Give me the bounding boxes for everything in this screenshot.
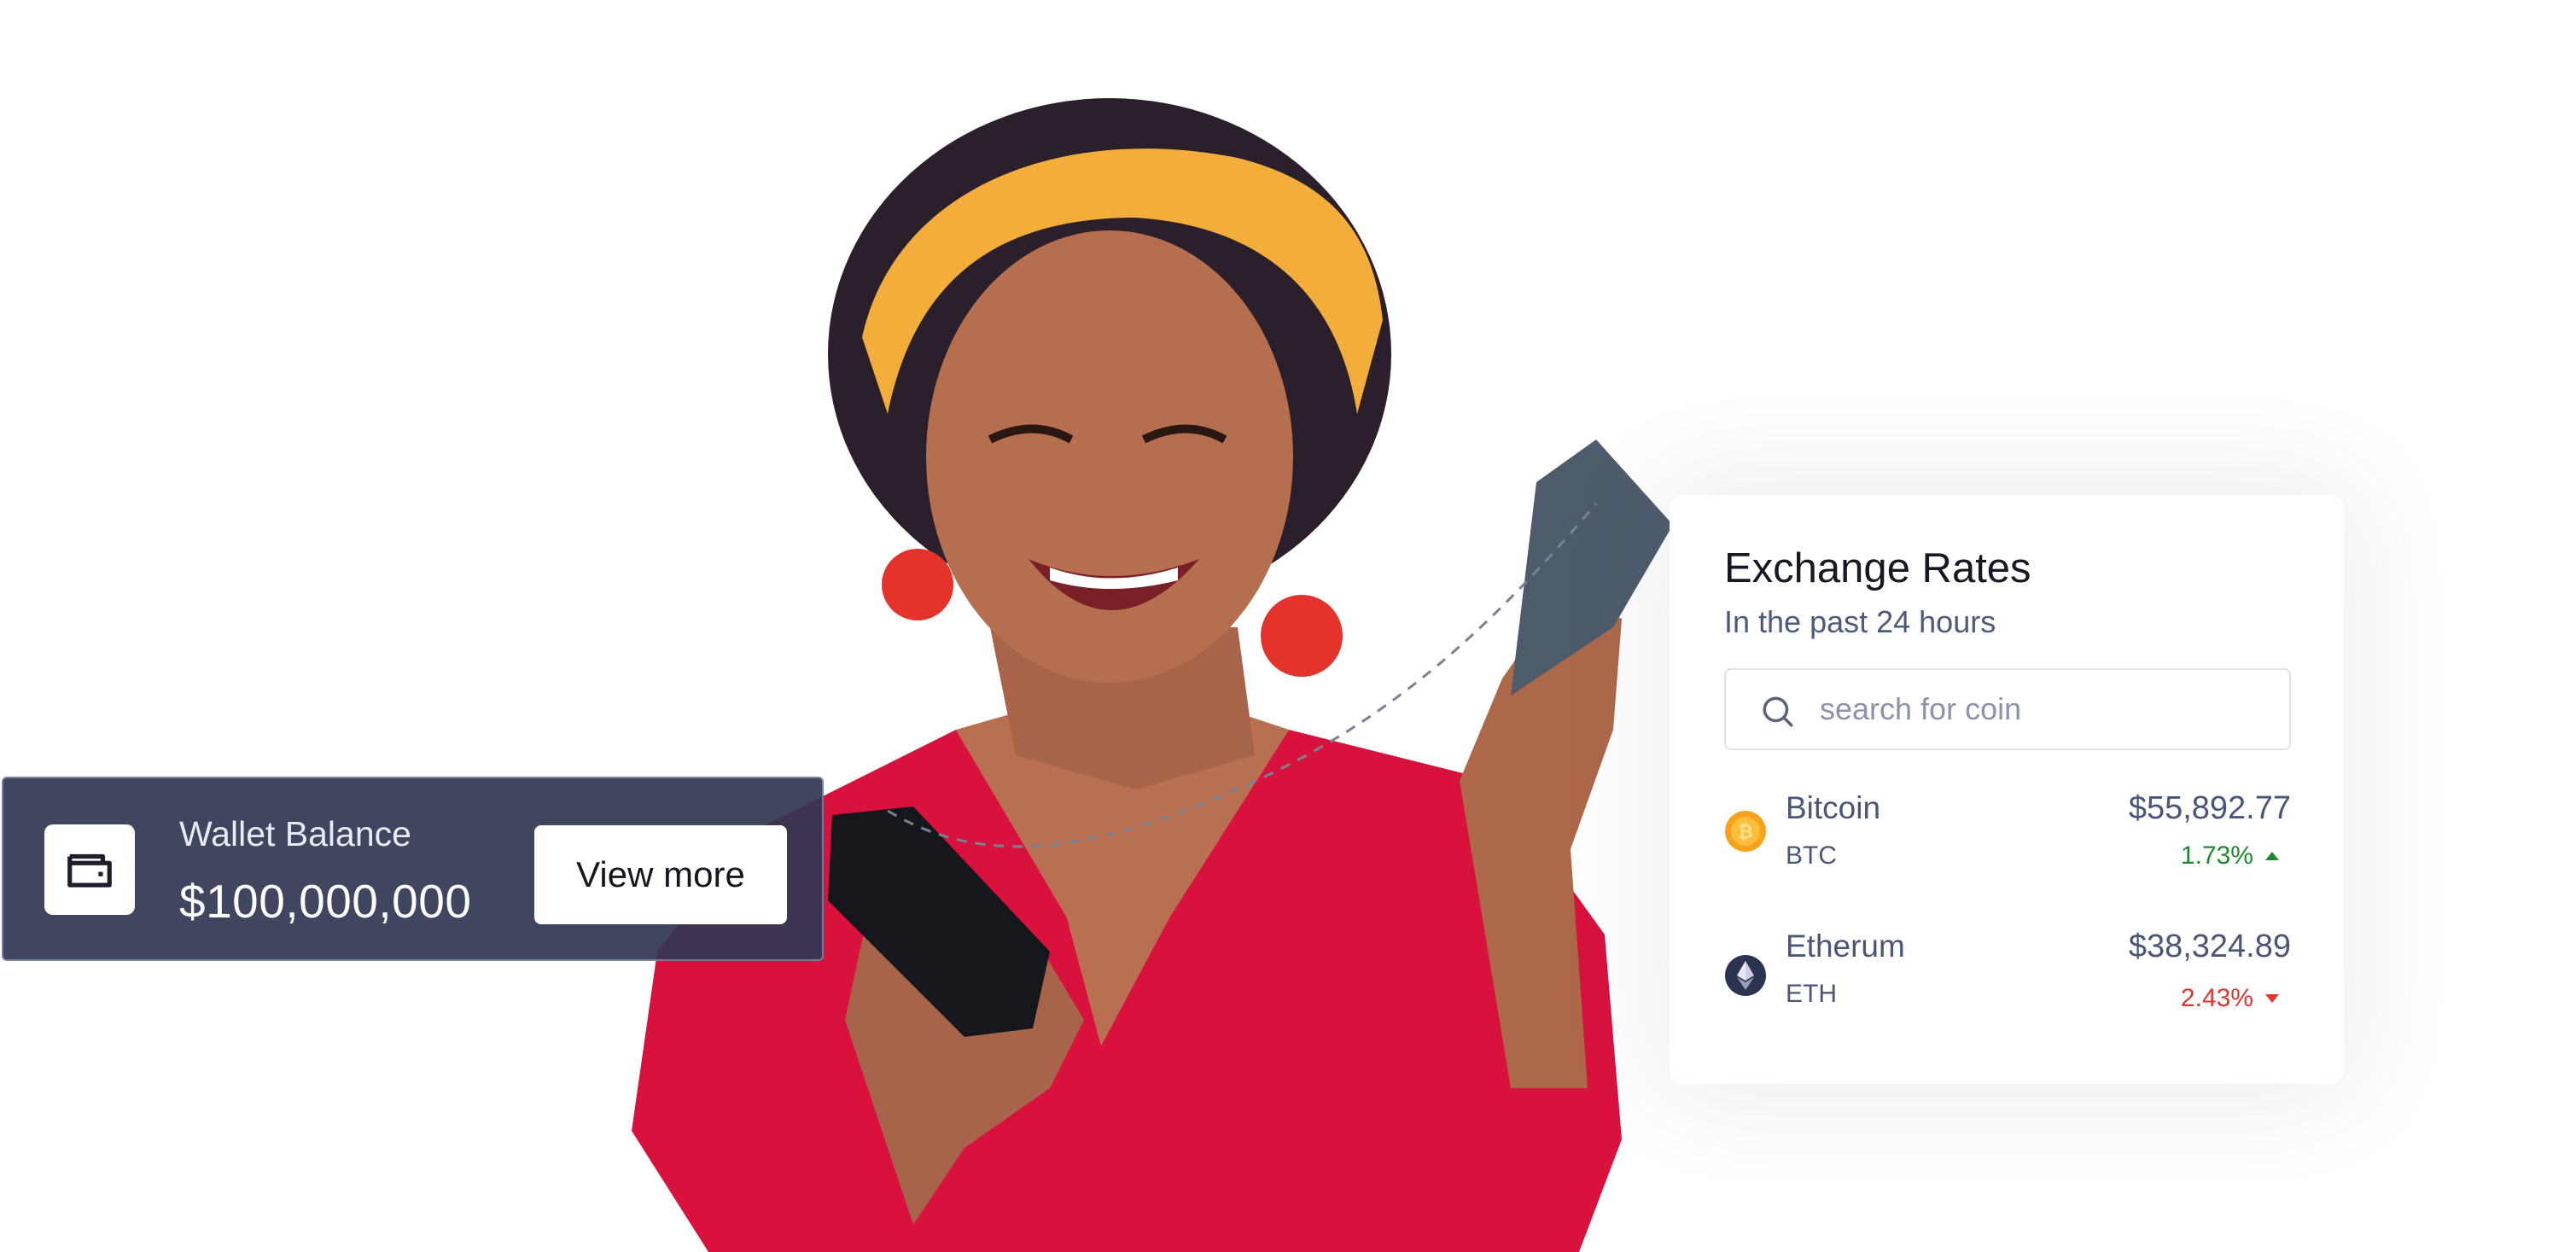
triangle-down-icon	[2265, 994, 2279, 1003]
coin-change-down: 2.43%	[2181, 984, 2279, 1013]
wallet-balance-label: Wallet Balance	[179, 814, 411, 853]
coin-change-value: 1.73%	[2180, 841, 2253, 870]
coin-row-bitcoin[interactable]: ₿ Bitcoin BTC $55,892.77 1.73%	[1724, 790, 2291, 893]
view-more-button[interactable]: View more	[534, 825, 787, 924]
coin-search-box[interactable]	[1724, 668, 2291, 750]
coin-change-up: 1.73%	[2181, 841, 2279, 871]
coin-search-input[interactable]	[1820, 685, 2272, 733]
coin-row-ethereum[interactable]: Etherum ETH $38,324.89 2.43%	[1724, 929, 2291, 1031]
exchange-rates-card: Exchange Rates In the past 24 hours ₿ Bi…	[1670, 495, 2344, 1084]
triangle-up-icon	[2265, 852, 2279, 860]
search-icon	[1763, 696, 1793, 727]
coin-name: Bitcoin	[1786, 790, 1881, 825]
coin-symbol: ETH	[1786, 980, 1837, 1008]
coin-name: Etherum	[1786, 929, 1905, 964]
exchange-rates-title: Exchange Rates	[1724, 545, 2031, 591]
wallet-icon-tile	[44, 824, 135, 915]
wallet-balance-amount: $100,000,000	[179, 875, 472, 928]
exchange-rates-subtitle: In the past 24 hours	[1724, 604, 1996, 639]
bitcoin-icon: ₿	[1725, 811, 1766, 852]
coin-price: $55,892.77	[2128, 790, 2291, 826]
coin-price: $38,324.89	[2128, 929, 2291, 964]
svg-text:₿: ₿	[1738, 822, 1753, 843]
wallet-icon	[67, 853, 112, 888]
hero-photo	[589, 81, 1750, 1252]
wallet-balance-card: Wallet Balance $100,000,000 View more	[2, 777, 824, 961]
coin-change-value: 2.43%	[2180, 984, 2253, 1012]
ethereum-icon	[1725, 955, 1766, 996]
coin-symbol: BTC	[1786, 841, 1837, 870]
